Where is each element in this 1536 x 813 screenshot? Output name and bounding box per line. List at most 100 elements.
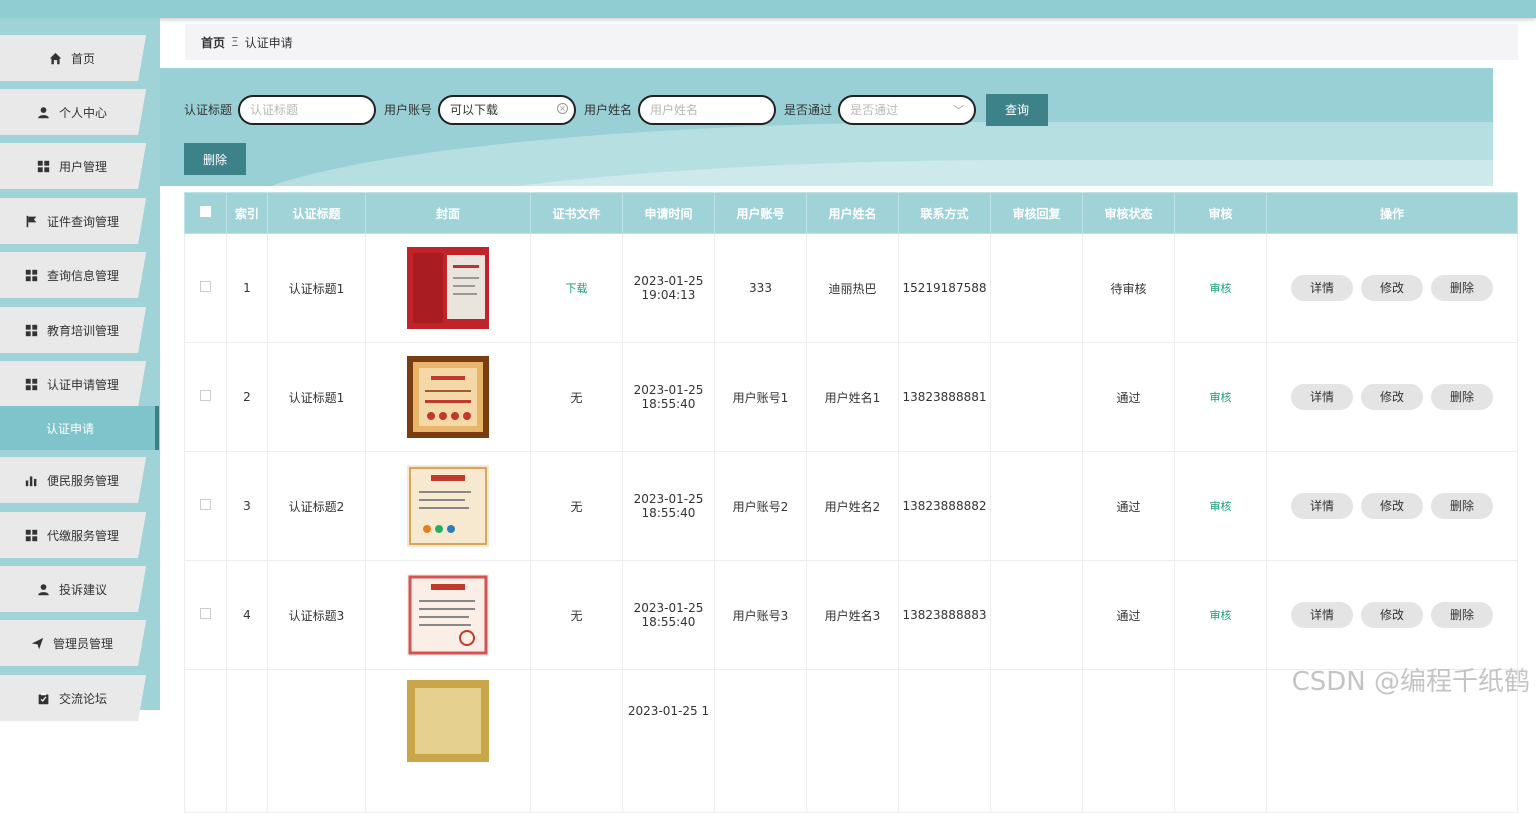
cell-cover [365, 451, 531, 561]
sidebar-item-education-training[interactable]: 教育培训管理 [0, 307, 158, 353]
edit-button[interactable]: 修改 [1361, 275, 1423, 301]
cell-phone: 15219187588 [898, 233, 991, 343]
audit-link[interactable]: 审核 [1210, 282, 1232, 295]
cell-actions: 详情 修改 删除 [1266, 560, 1518, 670]
header-cell: 用户姓名 [806, 192, 899, 234]
cell-time: 2023-01-25 18:55:40 [622, 451, 715, 561]
edit-button[interactable]: 修改 [1361, 384, 1423, 410]
send-icon [31, 636, 45, 650]
detail-button[interactable]: 详情 [1291, 602, 1353, 628]
cell-account: 用户账号1 [714, 342, 807, 452]
chevron-down-icon: ﹀ [953, 103, 965, 117]
header-cell: 操作 [1266, 192, 1518, 234]
detail-button[interactable]: 详情 [1291, 275, 1353, 301]
sidebar-item-certification-apply-management[interactable]: 认证申请管理 [0, 361, 158, 407]
batch-delete-button[interactable]: 删除 [184, 143, 246, 175]
cell-cover [365, 669, 531, 813]
header-cell: 认证标题 [267, 192, 366, 234]
cell-account: 333 [714, 233, 807, 343]
cell-phone: 13823888881 [898, 342, 991, 452]
name-search-input[interactable] [638, 94, 777, 125]
cell-phone: 13823888882 [898, 451, 991, 561]
cell-index [226, 669, 268, 813]
row-checkbox[interactable] [200, 390, 211, 401]
cell-account: 用户账号2 [714, 451, 807, 561]
cell-time: 2023-01-25 19:04:13 [622, 233, 715, 343]
sidebar-item-certificate-query[interactable]: 证件查询管理 [0, 198, 158, 244]
row-checkbox[interactable] [200, 499, 211, 510]
sidebar-item-label: 用户管理 [58, 159, 107, 174]
select-all-checkbox[interactable] [200, 206, 211, 217]
cover-thumbnail[interactable] [407, 574, 489, 656]
cell-title: 认证标题2 [267, 451, 366, 561]
header-cell: 证书文件 [530, 192, 623, 234]
passed-select-placeholder: 是否通过 [850, 103, 899, 117]
cover-thumbnail[interactable] [407, 680, 489, 762]
sidebar-item-label: 个人中心 [58, 105, 107, 120]
sidebar-item-home[interactable]: 首页 [0, 35, 158, 81]
sidebar-item-personal-center[interactable]: 个人中心 [0, 89, 158, 135]
table-row: 3 认证标题2 无 2023-01-25 18:55:40 用户账号2 用户姓名… [184, 451, 1518, 561]
audit-link[interactable]: 审核 [1210, 391, 1232, 404]
sidebar-item-forum[interactable]: 交流论坛 [0, 675, 158, 721]
delete-button[interactable]: 删除 [1431, 602, 1493, 628]
row-checkbox[interactable] [200, 608, 211, 619]
header-select-all[interactable] [184, 192, 227, 234]
cell-title: 认证标题3 [267, 560, 366, 670]
grid-icon [25, 323, 39, 337]
sidebar-subitem-certification-apply[interactable]: 认证申请 [0, 406, 159, 450]
passed-select[interactable]: 是否通过 ﹀ [838, 94, 977, 125]
cell-actions: 详情 修改 删除 [1266, 451, 1518, 561]
sidebar-item-user-management[interactable]: 用户管理 [0, 143, 158, 189]
cell-file: 无 [530, 560, 623, 670]
cell-title: 认证标题1 [267, 233, 366, 343]
delete-button[interactable]: 删除 [1431, 493, 1493, 519]
cover-thumbnail[interactable] [407, 356, 489, 438]
breadcrumb-home[interactable]: 首页 [201, 34, 225, 51]
sidebar-item-label: 证件查询管理 [46, 214, 119, 229]
audit-link[interactable]: 审核 [1210, 500, 1232, 513]
header-cell: 审核状态 [1082, 192, 1175, 234]
clear-icon[interactable]: × [557, 102, 569, 114]
grid-icon [25, 528, 39, 542]
grid-icon [25, 377, 39, 391]
download-link[interactable]: 下载 [566, 282, 588, 295]
row-checkbox[interactable] [200, 281, 211, 292]
clipboard-icon [37, 691, 51, 705]
cell-time: 2023-01-25 18:55:40 [622, 560, 715, 670]
edit-button[interactable]: 修改 [1361, 602, 1423, 628]
account-search-input[interactable] [438, 94, 577, 125]
edit-button[interactable]: 修改 [1361, 493, 1423, 519]
header-cell: 审核回复 [990, 192, 1083, 234]
delete-button[interactable]: 删除 [1431, 384, 1493, 410]
cell-index: 4 [226, 560, 268, 670]
cell-name: 用户姓名1 [806, 342, 899, 452]
sidebar-item-complaints[interactable]: 投诉建议 [0, 566, 158, 612]
table-row: 2 认证标题1 无 2023-01-25 18:55:40 用户账号1 用户姓名… [184, 342, 1518, 452]
sidebar-item-convenience-service[interactable]: 便民服务管理 [0, 457, 158, 503]
flag-icon [25, 214, 39, 228]
detail-button[interactable]: 详情 [1291, 493, 1353, 519]
top-bar [0, 0, 1536, 18]
header-cell: 审核 [1174, 192, 1267, 234]
title-search-input[interactable] [238, 94, 377, 125]
cell-account: 用户账号3 [714, 560, 807, 670]
cover-thumbnail[interactable] [407, 465, 489, 547]
cell-cover [365, 342, 531, 452]
delete-button[interactable]: 删除 [1431, 275, 1493, 301]
cell-audit: 审核 [1174, 342, 1267, 452]
cell-time: 2023-01-25 1 [622, 669, 715, 813]
sidebar-item-query-info[interactable]: 查询信息管理 [0, 252, 158, 298]
cover-thumbnail[interactable] [407, 247, 489, 329]
sidebar-item-admin-management[interactable]: 管理员管理 [0, 620, 158, 666]
breadcrumb: 首页 Ξ 认证申请 [185, 24, 1518, 60]
header-cell: 用户账号 [714, 192, 807, 234]
passed-label: 是否通过 [784, 103, 833, 117]
cell-title [267, 669, 366, 813]
sidebar-item-payment-service[interactable]: 代缴服务管理 [0, 512, 158, 558]
detail-button[interactable]: 详情 [1291, 384, 1353, 410]
audit-link[interactable]: 审核 [1210, 609, 1232, 622]
breadcrumb-separator: Ξ [231, 35, 239, 49]
query-button[interactable]: 查询 [986, 93, 1049, 126]
table-header-row: 索引 认证标题 封面 证书文件 申请时间 用户账号 用户姓名 联系方式 审核回复… [184, 192, 1518, 234]
